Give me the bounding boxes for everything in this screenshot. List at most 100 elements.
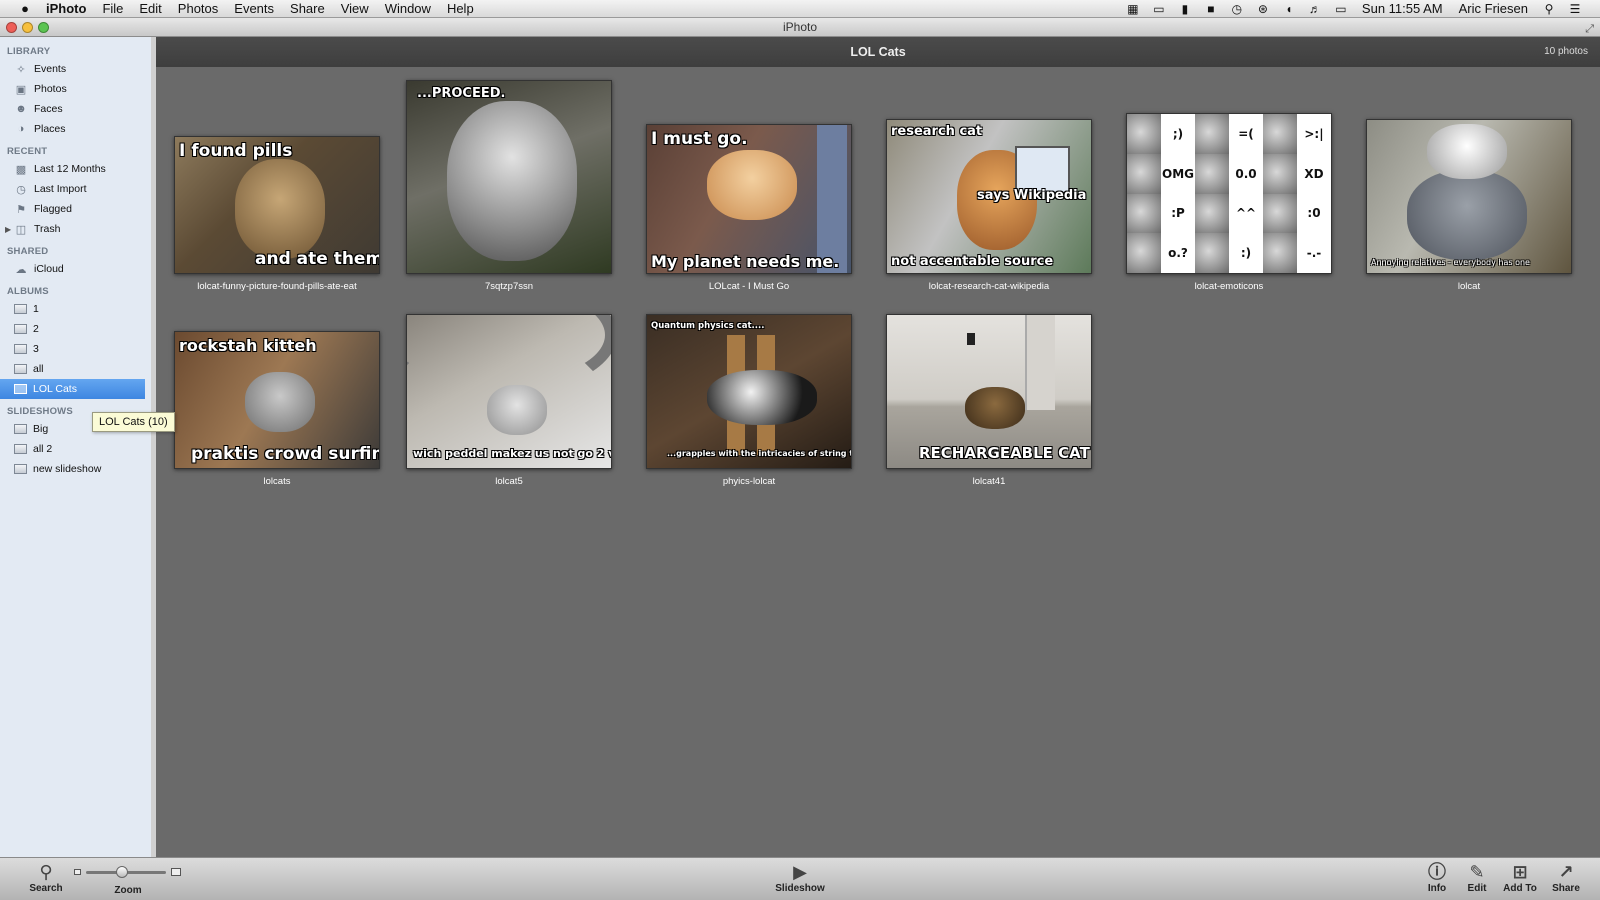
photo-name[interactable]: lolcat5 (386, 476, 632, 487)
zoom-in-icon[interactable] (171, 868, 181, 876)
menu-photos[interactable]: Photos (170, 0, 226, 18)
add-to-button[interactable]: ⊞ Add To (1500, 861, 1540, 894)
menu-events[interactable]: Events (226, 0, 282, 18)
album-icon (14, 324, 27, 334)
user-name[interactable]: Aric Friesen (1451, 1, 1536, 16)
menu-edit[interactable]: Edit (131, 0, 169, 18)
apple-menu-icon[interactable]: ● (14, 1, 36, 16)
sidebar-item-events[interactable]: ✧ Events (0, 59, 151, 79)
menu-share[interactable]: Share (282, 0, 333, 18)
pencil-icon: ✎ (1469, 862, 1485, 882)
battery-icon[interactable]: ▭ (1328, 0, 1354, 18)
photo-caption: Annoying relatives - everybody has one (1371, 258, 1530, 267)
sidebar-item-last-12-months[interactable]: ▩ Last 12 Months (0, 159, 151, 179)
airplay-icon[interactable]: ▭ (1146, 0, 1172, 18)
spotlight-search-icon[interactable]: ⚲ (1536, 0, 1562, 18)
wifi-icon[interactable]: ◖ (1276, 0, 1302, 18)
slideshow-icon (14, 464, 27, 474)
photo-thumbnail[interactable]: ...PROCEED. (406, 80, 612, 274)
menu-iphoto[interactable]: iPhoto (36, 0, 94, 18)
photo-name[interactable]: lolcat-funny-picture-found-pills-ate-eat (154, 281, 400, 292)
sidebar-item-album-3[interactable]: 3 (0, 339, 151, 359)
photo-caption: says Wikipedia (977, 188, 1087, 203)
sidebar-item-faces[interactable]: ☻ Faces (0, 99, 151, 119)
sidebar-item-photos[interactable]: ▣ Photos (0, 79, 151, 99)
slideshow-button[interactable]: ▶ Slideshow (774, 861, 826, 894)
photo-caption: research cat (891, 124, 983, 139)
zoom-slider-knob[interactable] (116, 865, 128, 878)
sidebar-item-icloud[interactable]: ☁ iCloud (0, 259, 151, 279)
lock-icon[interactable]: ■ (1198, 0, 1224, 18)
notes-icon[interactable]: ▦ (1120, 0, 1146, 18)
battery-status-icon[interactable]: ▮ (1172, 0, 1198, 18)
zoom-window-button[interactable] (38, 22, 49, 33)
search-button[interactable]: ⚲ Search (26, 861, 66, 894)
search-icon: ⚲ (39, 862, 53, 882)
menu-help[interactable]: Help (439, 0, 482, 18)
menu-view[interactable]: View (333, 0, 377, 18)
photo-thumbnail[interactable]: I must go. My planet needs me. (646, 124, 852, 274)
window-title: iPhoto (782, 20, 818, 34)
zoom-out-icon[interactable] (74, 869, 81, 875)
sidebar-item-album-1[interactable]: 1 (0, 299, 151, 319)
sidebar-item-last-import[interactable]: ◷ Last Import (0, 179, 151, 199)
photo-name[interactable]: lolcat-emoticons (1106, 281, 1352, 292)
play-icon: ▶ (793, 862, 807, 882)
sidebar-item-album-all[interactable]: all (0, 359, 151, 379)
info-icon: ⓘ (1428, 862, 1446, 882)
photo-caption: and ate them (255, 249, 380, 269)
photo-caption: rockstah kitteh (179, 336, 317, 355)
photo-thumbnail[interactable]: I found pills and ate them (174, 136, 380, 274)
sidebar-item-album-2[interactable]: 2 (0, 319, 151, 339)
menu-window[interactable]: Window (377, 0, 439, 18)
edit-button[interactable]: ✎ Edit (1462, 861, 1492, 894)
sidebar-item-slideshow-all-2[interactable]: all 2 (0, 439, 151, 459)
photo-thumbnail[interactable]: rockstah kitteh praktis crowd surfin (174, 331, 380, 469)
slideshow-icon (14, 424, 27, 434)
photo-thumbnail[interactable]: Quantum physics cat.... ...grapples with… (646, 314, 852, 469)
shared-heading: SHARED (7, 246, 49, 257)
photo-name[interactable]: lolcat (1346, 281, 1592, 292)
photo-caption: wich peddel makez us not go 2 vet? (413, 447, 611, 460)
info-button[interactable]: ⓘ Info (1422, 861, 1452, 894)
album-icon (14, 364, 27, 374)
photo-thumbnail[interactable]: wich peddel makez us not go 2 vet? (406, 314, 612, 469)
icloud-icon: ☁ (15, 263, 27, 276)
photo-thumbnail[interactable]: research cat says Wikipedia not accentab… (886, 119, 1092, 274)
photo-browser: LOL Cats 10 photos I found pills and ate… (156, 37, 1600, 857)
sidebar-item-album-lol-cats[interactable]: LOL Cats (0, 379, 145, 399)
places-globe-icon: ◑ (17, 123, 25, 135)
menu-file[interactable]: File (94, 0, 131, 18)
volume-icon[interactable]: ♬ (1302, 0, 1328, 18)
disclosure-triangle-icon[interactable]: ▶ (5, 225, 11, 234)
close-window-button[interactable] (6, 22, 17, 33)
sidebar-item-trash[interactable]: ▶ ◫ Trash (0, 219, 151, 239)
time-machine-icon[interactable]: ◷ (1224, 0, 1250, 18)
photo-thumbnail[interactable]: RECHARGEABLE CAT (886, 314, 1092, 469)
sidebar-item-flagged[interactable]: ⚑ Flagged (0, 199, 151, 219)
clock[interactable]: Sun 11:55 AM (1354, 1, 1451, 16)
add-icon: ⊞ (1512, 862, 1528, 882)
faces-icon: ☻ (15, 103, 27, 115)
photo-name[interactable]: LOLcat - I Must Go (626, 281, 872, 292)
bluetooth-icon[interactable]: ⊛ (1250, 0, 1276, 18)
photo-thumbnail[interactable]: ;) =( >:| OMG 0.0 XD :P ^^ :0 o.? :) -.- (1126, 113, 1332, 274)
minimize-window-button[interactable] (22, 22, 33, 33)
album-icon (14, 344, 27, 354)
notification-center-icon[interactable]: ☰ (1562, 0, 1588, 18)
album-icon (14, 304, 27, 314)
photo-name[interactable]: 7sqtzp7ssn (386, 281, 632, 292)
zoom-slider[interactable] (86, 865, 166, 878)
photo-name[interactable]: lolcats (154, 476, 400, 487)
photo-name[interactable]: lolcat41 (866, 476, 1112, 487)
source-list: LIBRARY ✧ Events ▣ Photos ☻ Faces ◑ Places R… (0, 37, 156, 857)
flag-icon: ⚑ (16, 203, 26, 216)
photo-name[interactable]: lolcat-research-cat-wikipedia (866, 281, 1112, 292)
photo-caption: RECHARGEABLE CAT (919, 444, 1090, 462)
photo-name[interactable]: phyics-lolcat (626, 476, 872, 487)
sidebar-item-places[interactable]: ◑ Places (0, 119, 151, 139)
photo-thumbnail[interactable]: Annoying relatives - everybody has one (1366, 119, 1572, 274)
share-button[interactable]: ↗ Share (1548, 861, 1584, 894)
album-title: LOL Cats (850, 45, 906, 59)
sidebar-item-slideshow-new[interactable]: new slideshow (0, 459, 151, 479)
